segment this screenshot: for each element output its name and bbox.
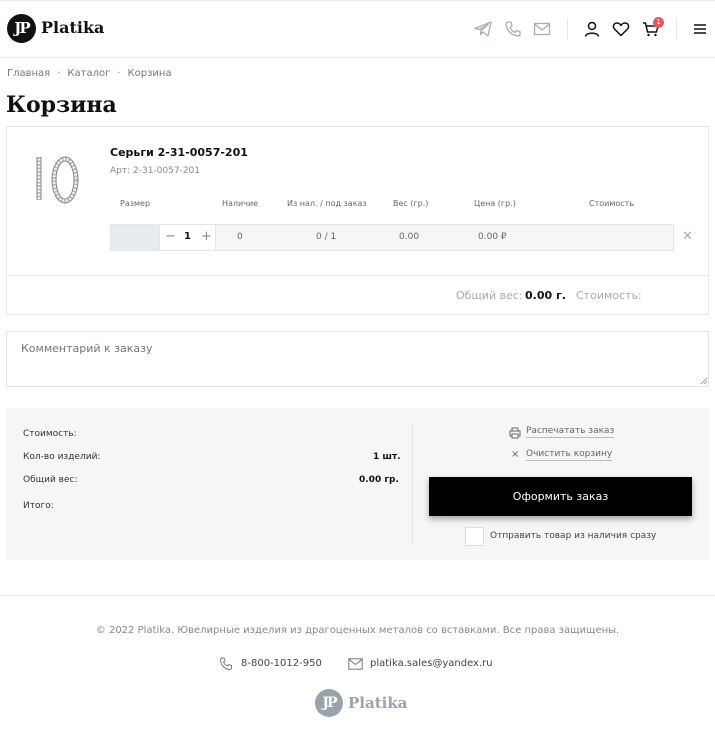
checkout-button[interactable]: Оформить заказ <box>429 477 692 516</box>
site-header <box>0 0 715 58</box>
column-header-stock-order: Из нал. / под заказ <box>287 199 367 208</box>
qty-value[interactable]: 1 <box>184 231 191 242</box>
qty-increase-button[interactable]: + <box>201 229 212 244</box>
user-icon[interactable] <box>582 19 602 39</box>
clear-cart-link[interactable]: Очистить корзину <box>526 449 613 461</box>
summary-weight-label: Общий вес: <box>23 475 78 485</box>
page-title: Корзина <box>6 92 117 118</box>
ship-in-stock-label[interactable]: Отправить товар из наличия сразу <box>490 531 656 541</box>
size-select[interactable] <box>111 225 159 250</box>
print-order-link[interactable]: Распечатать заказ <box>526 426 615 438</box>
breadcrumb-catalog[interactable]: Каталог <box>67 68 110 79</box>
stock-order-separator: / <box>321 232 331 242</box>
footer-divider <box>0 595 715 596</box>
column-header-weight: Вес (гр.) <box>393 199 429 208</box>
column-header-availability: Наличие <box>222 199 259 208</box>
price-value: 0.00 ₽ <box>478 232 507 242</box>
print-icon[interactable] <box>509 427 521 439</box>
weight-value: 0.00 <box>399 232 420 242</box>
availability-value: 0 <box>237 232 243 242</box>
product-name[interactable]: Серьги 2-31-0057-201 <box>110 146 248 159</box>
breadcrumb-current: Корзина <box>127 68 172 79</box>
divider <box>6 275 709 276</box>
header-separator <box>676 18 677 40</box>
mail-icon <box>348 658 363 670</box>
footer-copyright: © 2022 Platika. Ювелирные изделия из дра… <box>95 625 620 636</box>
total-weight-value: 0.00 г. <box>525 289 566 302</box>
resize-handle-icon[interactable] <box>700 377 708 385</box>
summary-cost-label: Стоимость: <box>23 429 77 439</box>
header-separator <box>567 18 568 40</box>
summary-total-label: Итого: <box>23 501 54 511</box>
footer-email[interactable]: platika.sales@yandex.ru <box>370 658 493 669</box>
footer-logo-mark[interactable]: JP <box>315 689 343 717</box>
mail-icon[interactable] <box>532 19 552 39</box>
qty-decrease-button[interactable]: − <box>165 229 176 244</box>
phone-icon <box>219 657 232 671</box>
order-comment-field[interactable] <box>6 331 709 387</box>
logo-mark[interactable]: JP <box>7 14 36 43</box>
phone-icon[interactable] <box>503 19 523 39</box>
total-cost-label: Стоимость: <box>576 289 642 302</box>
heart-icon[interactable] <box>611 19 631 39</box>
order-value: 1 <box>330 232 337 242</box>
total-weight-label: Общий вес: <box>456 289 523 302</box>
summary-count-label: Кол-во изделий: <box>23 452 101 462</box>
cart-count-badge: 1 <box>653 17 664 28</box>
summary-weight-value: 0.00 гр. <box>359 475 399 485</box>
footer-logo-text[interactable]: Platika <box>348 694 407 712</box>
breadcrumb-home[interactable]: Главная <box>7 68 50 79</box>
footer-phone[interactable]: 8-800-1012-950 <box>241 658 322 669</box>
ship-in-stock-checkbox[interactable] <box>465 527 484 546</box>
column-header-price: Цена (гр.) <box>474 199 516 208</box>
summary-divider <box>412 423 413 544</box>
logo-text[interactable]: Platika <box>41 18 104 37</box>
clear-cart-icon[interactable]: × <box>511 449 519 460</box>
breadcrumb-separator: · <box>117 68 121 79</box>
product-sku: Арт: 2-31-0057-201 <box>110 166 201 176</box>
breadcrumb: Главная · Каталог · Корзина <box>7 68 172 79</box>
column-header-cost: Стоимость <box>589 199 635 208</box>
menu-icon[interactable] <box>690 19 710 39</box>
column-header-size: Размер <box>120 199 151 208</box>
summary-count-value: 1 шт. <box>373 452 401 462</box>
breadcrumb-separator: · <box>57 68 61 79</box>
stock-order-value: 0 / 1 <box>316 232 336 242</box>
telegram-icon[interactable] <box>473 19 493 39</box>
remove-item-icon[interactable]: ✕ <box>682 229 693 244</box>
product-image[interactable] <box>32 152 82 207</box>
